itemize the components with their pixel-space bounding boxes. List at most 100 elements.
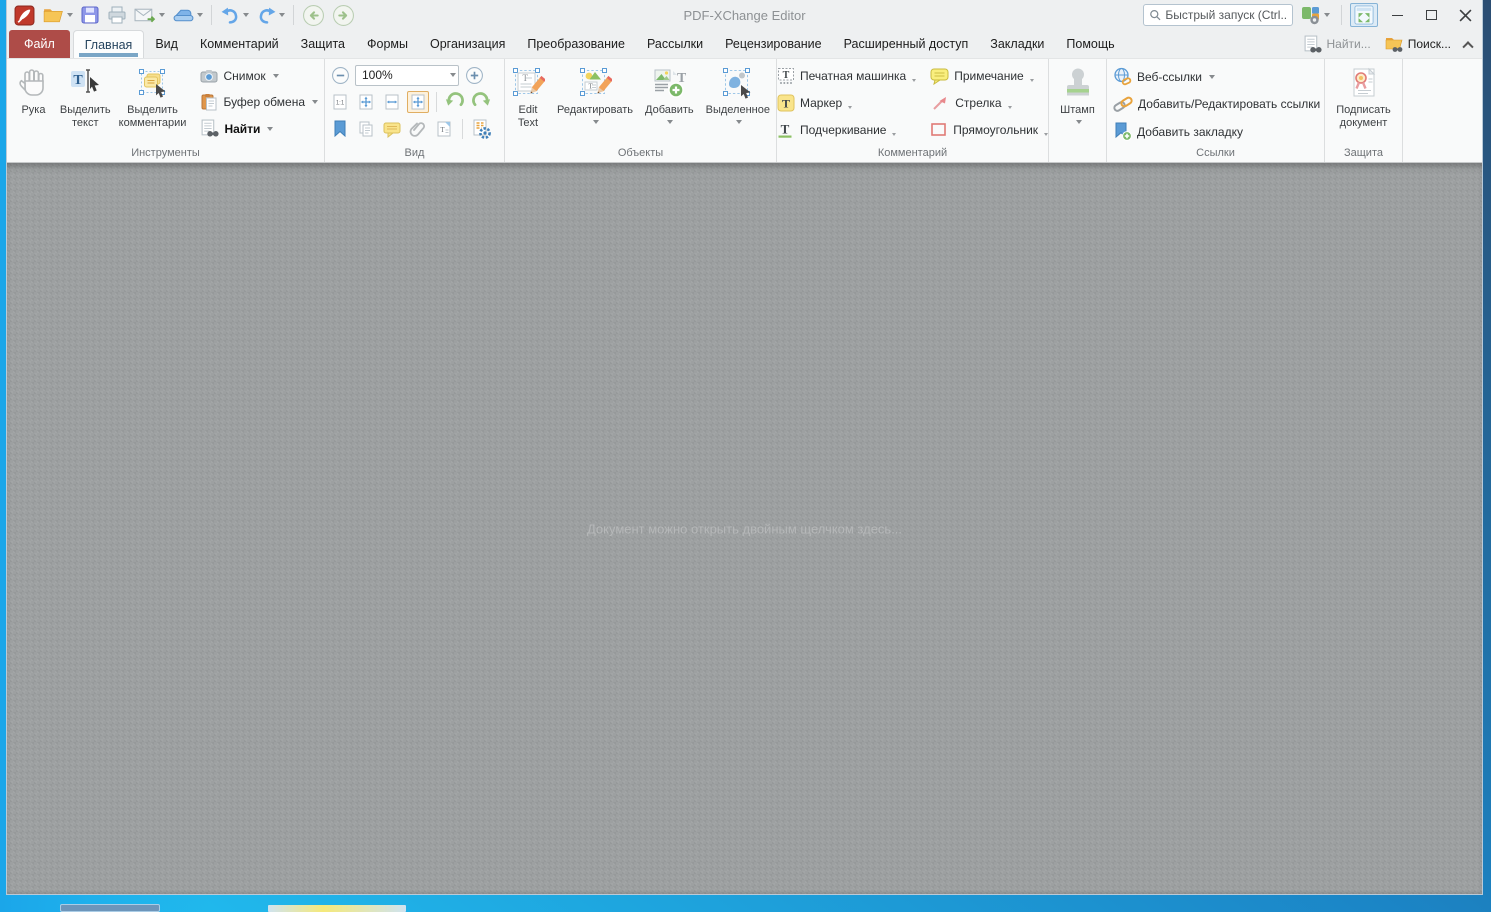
rotate-cw-button[interactable] — [470, 91, 492, 113]
properties-pane-button[interactable] — [470, 118, 492, 140]
selected-objects-icon — [721, 64, 755, 102]
zoom-in-button[interactable] — [463, 64, 485, 86]
tab-zakladki[interactable]: Закладки — [979, 30, 1055, 58]
app-logo-icon[interactable] — [11, 2, 38, 28]
clipboard-button[interactable]: Буфер обмена — [198, 92, 320, 112]
copy-pages-button[interactable] — [355, 118, 377, 140]
hand-tool-button[interactable]: Рука — [11, 62, 56, 146]
nav-forward-button[interactable] — [329, 2, 358, 28]
tab-rasshirennyy-dostup[interactable]: Расширенный доступ — [833, 30, 980, 58]
select-comments-button[interactable]: Выделить комментарии — [115, 62, 191, 146]
scan-button[interactable] — [169, 2, 206, 28]
tab-pomoshch[interactable]: Помощь — [1055, 30, 1125, 58]
close-button[interactable] — [1450, 3, 1480, 27]
find-icon — [202, 119, 220, 137]
redo-dropdown-icon — [279, 13, 285, 17]
svg-text:T: T — [440, 126, 445, 134]
note-dropdown-icon — [1029, 79, 1034, 82]
tab-vid[interactable]: Вид — [144, 30, 189, 58]
svg-text:T: T — [589, 83, 594, 91]
undo-button[interactable] — [217, 2, 252, 28]
maximize-button[interactable] — [1416, 3, 1446, 27]
add-edit-links-button[interactable]: Добавить/Редактировать ссылки — [1111, 94, 1322, 114]
content-pane-button[interactable]: T — [433, 118, 455, 140]
arrow-tool-button[interactable]: Стрелка — [928, 93, 1050, 113]
web-links-button[interactable]: Веб-ссылки — [1111, 66, 1322, 87]
redo-button[interactable] — [253, 2, 288, 28]
quick-launch-input[interactable] — [1165, 8, 1287, 22]
find-button[interactable]: Найти... — [1303, 35, 1371, 54]
find-document-icon — [1305, 35, 1323, 53]
edit-text-button[interactable]: T Edit Text — [507, 62, 549, 146]
add-bookmark-button[interactable]: Добавить закладку — [1111, 121, 1322, 142]
email-button[interactable] — [131, 2, 168, 28]
snapshot-button[interactable]: Снимок — [198, 66, 320, 86]
stamp-dropdown-icon — [1075, 119, 1082, 124]
selected-objects-button[interactable]: Выделенное — [702, 62, 774, 146]
tab-organizatsiya[interactable]: Организация — [419, 30, 516, 58]
actual-size-button[interactable]: 1:1 — [329, 91, 351, 113]
group-label: Ссылки — [1196, 147, 1235, 159]
typewriter-button[interactable]: T Печатная машинка — [775, 66, 918, 86]
comment-bubble-icon — [383, 122, 401, 138]
separator — [1341, 5, 1342, 25]
fit-width-button[interactable] — [381, 91, 403, 113]
tab-zashchita[interactable]: Защита — [290, 30, 356, 58]
stamp-icon — [1061, 64, 1095, 102]
zoom-level-combobox[interactable] — [355, 64, 459, 86]
tab-preobrazovanie[interactable]: Преобразование — [516, 30, 636, 58]
tab-rassylki[interactable]: Рассылки — [636, 30, 714, 58]
select-text-button[interactable]: T Выделить текст — [56, 62, 115, 146]
tab-kommentariy[interactable]: Комментарий — [189, 30, 290, 58]
tab-glavnaya[interactable]: Главная — [72, 30, 145, 58]
document-area[interactable]: Документ можно открыть двойным щелчком з… — [7, 163, 1482, 894]
tab-retsenzirovanie[interactable]: Рецензирование — [714, 30, 833, 58]
bookmarks-button[interactable] — [329, 118, 351, 140]
fit-visible-button[interactable] — [407, 91, 429, 113]
minimize-button[interactable] — [1382, 3, 1412, 27]
svg-text:T: T — [74, 73, 84, 88]
arrow-tool-icon — [933, 97, 947, 110]
underline-icon: T — [778, 122, 792, 138]
find-dropdown-icon — [267, 126, 274, 131]
hand-icon — [16, 64, 50, 102]
sign-document-button[interactable]: Подписать документ — [1329, 62, 1398, 146]
rectangle-tool-button[interactable]: Прямоугольник — [928, 120, 1050, 140]
rotate-ccw-button[interactable] — [444, 91, 466, 113]
rectangle-tool-icon — [931, 123, 947, 136]
zoom-out-button[interactable] — [329, 64, 351, 86]
note-button[interactable]: Примечание — [928, 66, 1050, 86]
comments-pane-button[interactable] — [381, 118, 403, 140]
typewriter-icon: T — [777, 68, 794, 84]
group-label: Защита — [1344, 147, 1383, 159]
stamp-button[interactable]: Штамп — [1053, 62, 1102, 146]
underline-button[interactable]: T Подчеркивание — [775, 120, 918, 140]
add-object-button[interactable]: T Добавить — [641, 62, 698, 146]
search-button[interactable]: Поиск... — [1384, 35, 1451, 53]
tab-formy[interactable]: Формы — [356, 30, 419, 58]
zoom-level-input[interactable] — [362, 68, 448, 82]
find-label: Найти... — [1326, 37, 1371, 51]
fit-width-icon — [385, 94, 399, 110]
save-button[interactable] — [77, 2, 103, 28]
ui-options-icon — [1302, 7, 1319, 25]
scan-dropdown-icon — [197, 13, 203, 17]
ui-options-button[interactable] — [1297, 2, 1333, 28]
edit-objects-dropdown-icon — [593, 119, 600, 124]
highlight-icon: T — [777, 94, 795, 112]
open-file-button[interactable] — [39, 2, 76, 28]
fullscreen-button[interactable] — [1350, 3, 1378, 27]
collapse-ribbon-button[interactable] — [1462, 40, 1474, 53]
tab-file[interactable]: Файл — [9, 30, 70, 58]
edit-objects-button[interactable]: T Редактировать — [553, 62, 637, 146]
rectangle-dropdown-icon — [1044, 133, 1049, 136]
svg-text:1:1: 1:1 — [336, 101, 345, 107]
find-tool-button[interactable]: Найти — [198, 118, 320, 139]
nav-back-button[interactable] — [299, 2, 328, 28]
attachments-button[interactable] — [407, 118, 429, 140]
search-icon — [1150, 9, 1161, 21]
print-button[interactable] — [104, 2, 130, 28]
fit-page-button[interactable] — [355, 91, 377, 113]
quick-launch-search[interactable] — [1143, 4, 1293, 26]
highlight-button[interactable]: T Маркер — [775, 93, 918, 113]
